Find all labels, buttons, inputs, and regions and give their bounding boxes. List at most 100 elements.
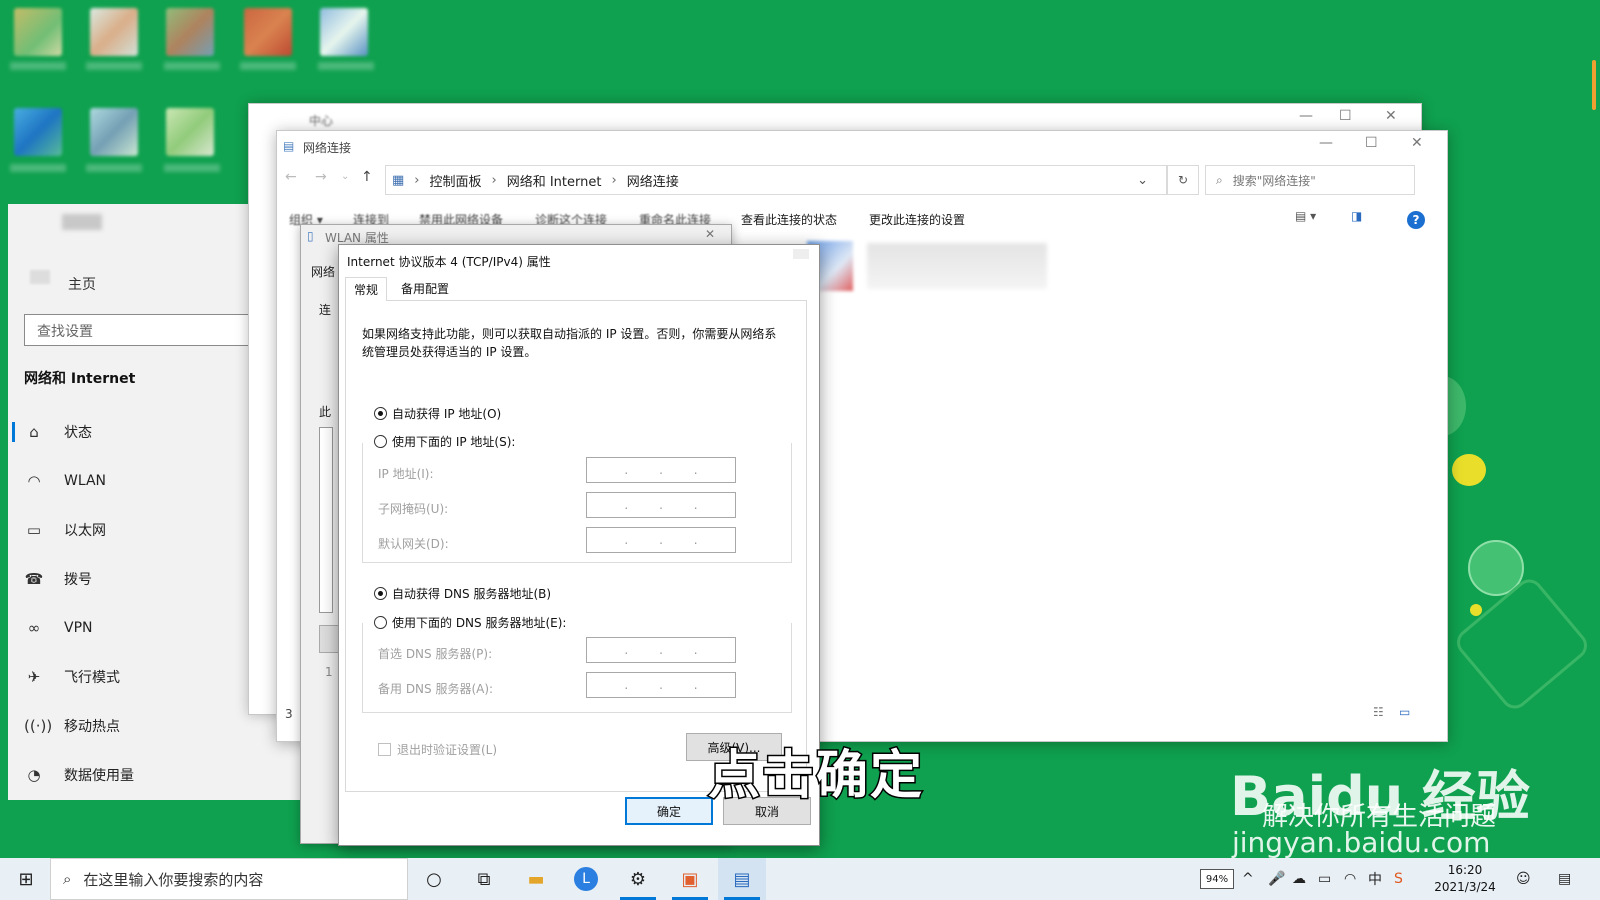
- tab-alternate-config[interactable]: 备用配置: [393, 277, 457, 301]
- alternate-dns-field[interactable]: ...: [586, 672, 736, 698]
- cortana-button[interactable]: ○: [410, 858, 458, 900]
- status-count: 3: [285, 707, 293, 721]
- close-icon[interactable]: ✕: [705, 227, 715, 241]
- task-view-button[interactable]: ⧉: [460, 858, 508, 900]
- chevron-down-icon[interactable]: ⌄: [1137, 173, 1148, 188]
- install-button[interactable]: [319, 625, 339, 653]
- items-label: 此: [319, 405, 332, 419]
- home-icon[interactable]: [30, 270, 50, 284]
- large-icons-view-icon[interactable]: ▭: [1399, 705, 1410, 719]
- gear-icon: ⚙: [629, 868, 647, 890]
- minimize-icon[interactable]: —: [1319, 135, 1333, 151]
- desktop-icon[interactable]: [14, 8, 62, 56]
- validate-label: 退出时验证设置(L): [397, 743, 498, 757]
- maximize-icon[interactable]: ☐: [1339, 108, 1352, 124]
- notification-icon[interactable]: ☺: [1516, 858, 1531, 900]
- maximize-icon[interactable]: ☐: [1365, 135, 1378, 151]
- details-view-icon[interactable]: ☷: [1373, 705, 1384, 719]
- close-icon[interactable]: ✕: [1411, 135, 1423, 151]
- show-hidden-icons[interactable]: ^: [1242, 858, 1254, 900]
- refresh-icon: ↻: [1177, 173, 1189, 187]
- default-gateway-field[interactable]: ...: [586, 527, 736, 553]
- network-connections-taskbar-button[interactable]: ▤: [718, 858, 766, 900]
- battery-indicator[interactable]: 94%: [1200, 869, 1234, 889]
- input-method-icon[interactable]: 中: [1368, 858, 1382, 900]
- desktop-icon[interactable]: [244, 8, 292, 56]
- ethernet-icon: ▭: [26, 521, 42, 539]
- microphone-icon[interactable]: 🎤: [1268, 858, 1285, 900]
- dialup-icon: ☎: [24, 570, 44, 588]
- help-icon[interactable]: ?: [1407, 211, 1425, 229]
- desktop-icon[interactable]: [166, 108, 214, 156]
- data-usage-icon: ◔: [27, 766, 41, 784]
- desktop-icon[interactable]: [320, 8, 368, 56]
- auto-dns-radio[interactable]: 自动获得 DNS 服务器地址(B): [374, 585, 551, 602]
- validate-on-exit-checkbox[interactable]: 退出时验证设置(L): [378, 741, 497, 758]
- breadcrumb-item[interactable]: 网络和 Internet: [507, 171, 602, 190]
- app-taskbar-button[interactable]: ▣: [666, 858, 714, 900]
- desktop-icon[interactable]: [166, 8, 214, 56]
- cloud-icon[interactable]: ☁: [1292, 858, 1306, 900]
- wlan-icon: ▯: [307, 229, 314, 243]
- close-icon[interactable]: [793, 249, 809, 259]
- settings-title: [62, 214, 102, 230]
- battery-icon[interactable]: ▭: [1318, 858, 1331, 900]
- ip-address-label: IP 地址(I):: [378, 467, 434, 481]
- preferred-dns-field[interactable]: ...: [586, 637, 736, 663]
- auto-ip-radio[interactable]: 自动获得 IP 地址(O): [374, 405, 501, 422]
- toolbar-change-settings[interactable]: 更改此连接的设置: [869, 211, 965, 228]
- tab-general[interactable]: 常规: [345, 277, 388, 301]
- dialog-title: Internet 协议版本 4 (TCP/IPv4) 属性: [347, 255, 551, 269]
- desktop-icon[interactable]: [90, 108, 138, 156]
- nav-label: WLAN: [64, 473, 107, 489]
- sogou-icon[interactable]: S: [1394, 858, 1403, 900]
- window-title: 中心: [309, 114, 334, 128]
- nav-label: VPN: [64, 620, 93, 636]
- settings-search-input[interactable]: 查找设置: [24, 314, 264, 346]
- default-gateway-label: 默认网关(D):: [378, 537, 449, 551]
- folder-icon: ▬: [527, 868, 545, 890]
- settings-home-link[interactable]: 主页: [68, 274, 96, 294]
- breadcrumb-item[interactable]: 控制面板: [430, 171, 482, 190]
- cortana-icon: ○: [426, 868, 442, 890]
- start-button[interactable]: ⊞: [2, 858, 50, 900]
- chevron-right-icon: ›: [611, 172, 617, 188]
- back-icon[interactable]: ←: [285, 169, 297, 185]
- action-center-icon[interactable]: ▤: [1558, 858, 1571, 900]
- clock-time: 16:20: [1447, 863, 1483, 877]
- toolbar-view-status[interactable]: 查看此连接的状态: [741, 211, 837, 228]
- subnet-mask-field[interactable]: ...: [586, 492, 736, 518]
- minimize-icon[interactable]: —: [1299, 108, 1313, 124]
- desktop-icon[interactable]: [90, 8, 138, 56]
- address-bar[interactable]: ▦ › 控制面板 › 网络和 Internet › 网络连接 ⌄: [385, 165, 1167, 195]
- scrollbar[interactable]: [1592, 60, 1596, 110]
- task-view-icon: ⧉: [477, 868, 491, 890]
- tab-network[interactable]: 网络: [311, 263, 335, 280]
- app-l-button[interactable]: L: [562, 858, 610, 900]
- taskbar-search-input[interactable]: ⌕ 在这里输入你要搜索的内容: [50, 858, 408, 900]
- chevron-down-icon[interactable]: ⌄: [341, 171, 349, 182]
- forward-icon[interactable]: →: [315, 169, 327, 185]
- search-input[interactable]: ⌕ 搜索"网络连接": [1205, 165, 1415, 195]
- search-icon: ⌕: [63, 870, 72, 888]
- up-icon[interactable]: ↑: [361, 169, 373, 185]
- items-list[interactable]: [319, 427, 333, 613]
- alternate-dns-label: 备用 DNS 服务器(A):: [378, 682, 494, 696]
- settings-taskbar-button[interactable]: ⚙: [614, 858, 662, 900]
- file-explorer-button[interactable]: ▬: [512, 858, 560, 900]
- ip-address-field[interactable]: ...: [586, 457, 736, 483]
- refresh-button[interactable]: ↻: [1167, 165, 1199, 195]
- view-options-icon[interactable]: ▤ ▾: [1295, 209, 1316, 223]
- nav-item-data-usage[interactable]: ◔ 数据使用量: [8, 755, 308, 795]
- breadcrumb-item[interactable]: 网络连接: [627, 171, 679, 190]
- video-caption: 点击确定: [706, 745, 925, 808]
- control-panel-icon: ▦: [392, 172, 405, 188]
- control-panel-icon: ▤: [733, 868, 751, 890]
- wifi-icon[interactable]: ◠: [1344, 858, 1356, 900]
- preview-pane-icon[interactable]: ◨: [1351, 209, 1362, 223]
- close-icon[interactable]: ✕: [1385, 108, 1397, 124]
- desktop-icon[interactable]: [14, 108, 62, 156]
- windows-logo-icon: ⊞: [18, 868, 34, 890]
- ok-button[interactable]: 确定: [625, 797, 713, 825]
- taskbar-clock[interactable]: 16:20 2021/3/24: [1428, 862, 1502, 896]
